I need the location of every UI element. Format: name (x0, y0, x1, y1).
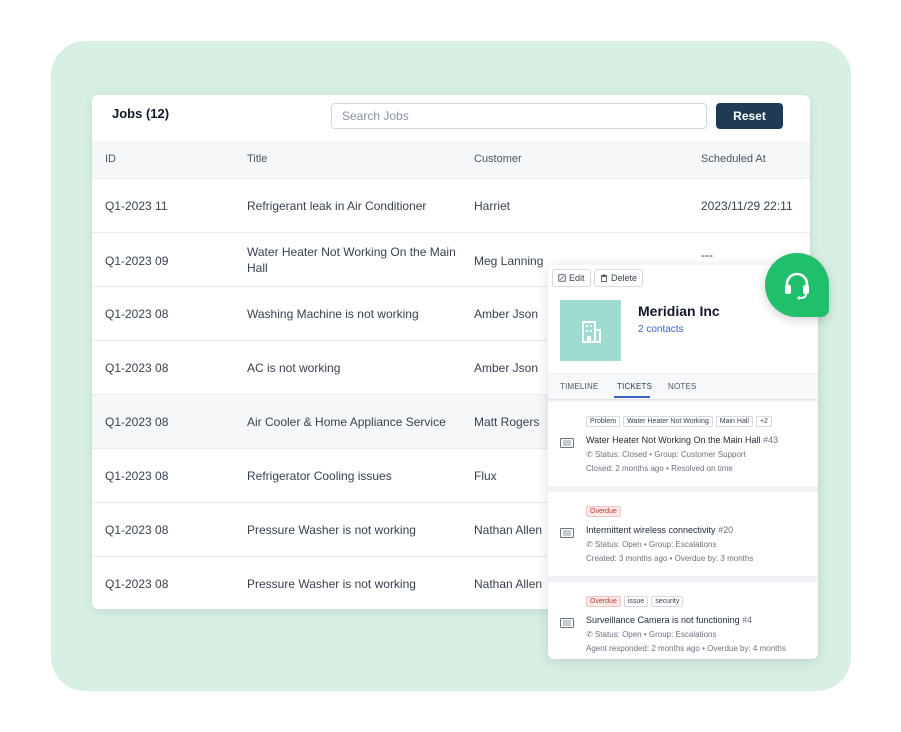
active-tab-indicator (614, 396, 650, 398)
overdue-badge: Overdue (586, 596, 621, 607)
ticket-time: Created: 3 months ago • Overdue by: 3 mo… (586, 554, 754, 563)
ticket-title[interactable]: Intermittent wireless connectivity #20 (586, 525, 733, 535)
ticket-icon (560, 618, 574, 628)
job-customer: Nathan Allen (474, 577, 543, 591)
job-title: Water Heater Not Working On the Main Hal… (247, 245, 456, 275)
trash-icon (600, 274, 608, 282)
ticket-tag: Water Heater Not Working (623, 416, 713, 427)
ticket-title-text: Water Heater Not Working On the Main Hal… (586, 435, 761, 445)
job-customer: Harriet (474, 199, 511, 213)
headset-icon (785, 272, 809, 300)
delete-button[interactable]: Delete (594, 269, 644, 287)
overdue-badge: Overdue (586, 506, 621, 517)
ticket-time: Agent responded: 2 months ago • Overdue … (586, 644, 786, 653)
ticket-status: ✆ Status: Open • Group: Escalations (586, 630, 716, 639)
reset-button[interactable]: Reset (716, 103, 783, 129)
ticket-status: ✆ Status: Closed • Group: Customer Suppo… (586, 450, 746, 459)
job-id: Q1-2023 08 (105, 577, 169, 591)
job-customer: Flux (474, 469, 497, 483)
ticket-tag: issue (623, 596, 649, 607)
ticket-tag: Problem (586, 416, 621, 427)
contacts-link[interactable]: 2 contacts (638, 324, 684, 335)
ticket-status-text: Status: Open • Group: Escalations (594, 630, 717, 639)
job-scheduled-at: 2023/11/29 22:11 (701, 199, 793, 213)
job-title: Pressure Washer is not working (247, 523, 416, 537)
ticket-tag: Main Hall (715, 416, 753, 427)
support-chat-button[interactable] (765, 253, 829, 317)
ticket-number: #4 (742, 615, 753, 625)
column-header-title[interactable]: Title (247, 153, 267, 165)
job-title: Air Cooler & Home Appliance Service (247, 415, 446, 429)
job-id: Q1-2023 08 (105, 361, 169, 375)
job-customer: Nathan Allen (474, 523, 543, 537)
ticket-icon (560, 528, 574, 538)
ticket-card[interactable]: Overdue issue security Surveillance Came… (548, 582, 818, 659)
ticket-status-text: Status: Open • Group: Escalations (594, 540, 717, 549)
ticket-title-text: Intermittent wireless connectivity (586, 525, 716, 535)
table-row[interactable]: Q1-2023 11 Refrigerant leak in Air Condi… (92, 178, 810, 232)
phone-icon: ✆ (586, 630, 593, 639)
edit-icon (558, 274, 566, 282)
ticket-status-text: Status: Closed • Group: Customer Support (594, 450, 746, 459)
ticket-title[interactable]: Surveillance Camera is not functioning #… (586, 615, 752, 625)
column-header-customer[interactable]: Customer (474, 153, 522, 165)
job-id: Q1-2023 09 (105, 254, 169, 268)
job-customer: Meg Lanning (474, 254, 544, 268)
ticket-status: ✆ Status: Open • Group: Escalations (586, 540, 716, 549)
company-panel: Edit Delete Meridian Inc 2 contacts TIME… (548, 265, 818, 659)
panel-tabs: TIMELINE TICKETS NOTES (548, 375, 818, 400)
edit-button[interactable]: Edit (552, 269, 591, 287)
edit-label: Edit (569, 273, 585, 283)
ticket-tag: security (651, 596, 684, 607)
job-scheduled-at: --- (701, 248, 713, 262)
tab-notes[interactable]: NOTES (668, 382, 697, 391)
job-id: Q1-2023 11 (105, 199, 168, 213)
ticket-number: #43 (763, 435, 779, 445)
phone-icon: ✆ (586, 540, 593, 549)
job-customer: Amber Json (474, 361, 539, 375)
delete-label: Delete (611, 273, 638, 283)
job-id: Q1-2023 08 (105, 307, 169, 321)
search-jobs-input[interactable] (331, 103, 707, 129)
phone-icon: ✆ (586, 450, 593, 459)
ticket-tags: Overdue issue security (586, 596, 684, 607)
job-id: Q1-2023 08 (105, 523, 169, 537)
building-icon (581, 320, 601, 343)
job-customer: Matt Rogers (474, 415, 540, 429)
job-id: Q1-2023 08 (105, 415, 169, 429)
job-customer: Amber Json (474, 307, 539, 321)
jobs-title: Jobs (12) (112, 106, 170, 121)
ticket-card[interactable]: Problem Water Heater Not Working Main Ha… (548, 402, 818, 486)
column-header-scheduled-at[interactable]: Scheduled At (701, 153, 766, 165)
ticket-tag: +2 (755, 416, 772, 427)
ticket-icon (560, 438, 574, 448)
tab-timeline[interactable]: TIMELINE (560, 382, 599, 391)
column-header-id[interactable]: ID (105, 153, 116, 165)
ticket-number: #20 (718, 525, 734, 535)
job-title: Pressure Washer is not working (247, 577, 416, 591)
job-title: Washing Machine is not working (247, 307, 419, 321)
job-title: AC is not working (247, 361, 341, 375)
ticket-tags: Overdue (586, 506, 621, 517)
company-logo (560, 300, 621, 361)
ticket-tags: Problem Water Heater Not Working Main Ha… (586, 416, 772, 427)
job-title: Refrigerant leak in Air Conditioner (247, 199, 427, 213)
job-title: Refrigerator Cooling issues (247, 469, 392, 483)
ticket-card[interactable]: Overdue Intermittent wireless connectivi… (548, 492, 818, 576)
ticket-title[interactable]: Water Heater Not Working On the Main Hal… (586, 435, 778, 445)
tab-tickets[interactable]: TICKETS (617, 382, 652, 391)
ticket-title-text: Surveillance Camera is not functioning (586, 615, 740, 625)
company-name: Meridian Inc (638, 303, 720, 319)
job-id: Q1-2023 08 (105, 469, 169, 483)
ticket-time: Closed: 2 months ago • Resolved on time (586, 464, 733, 473)
table-header: ID Title Customer Scheduled At (92, 141, 810, 178)
